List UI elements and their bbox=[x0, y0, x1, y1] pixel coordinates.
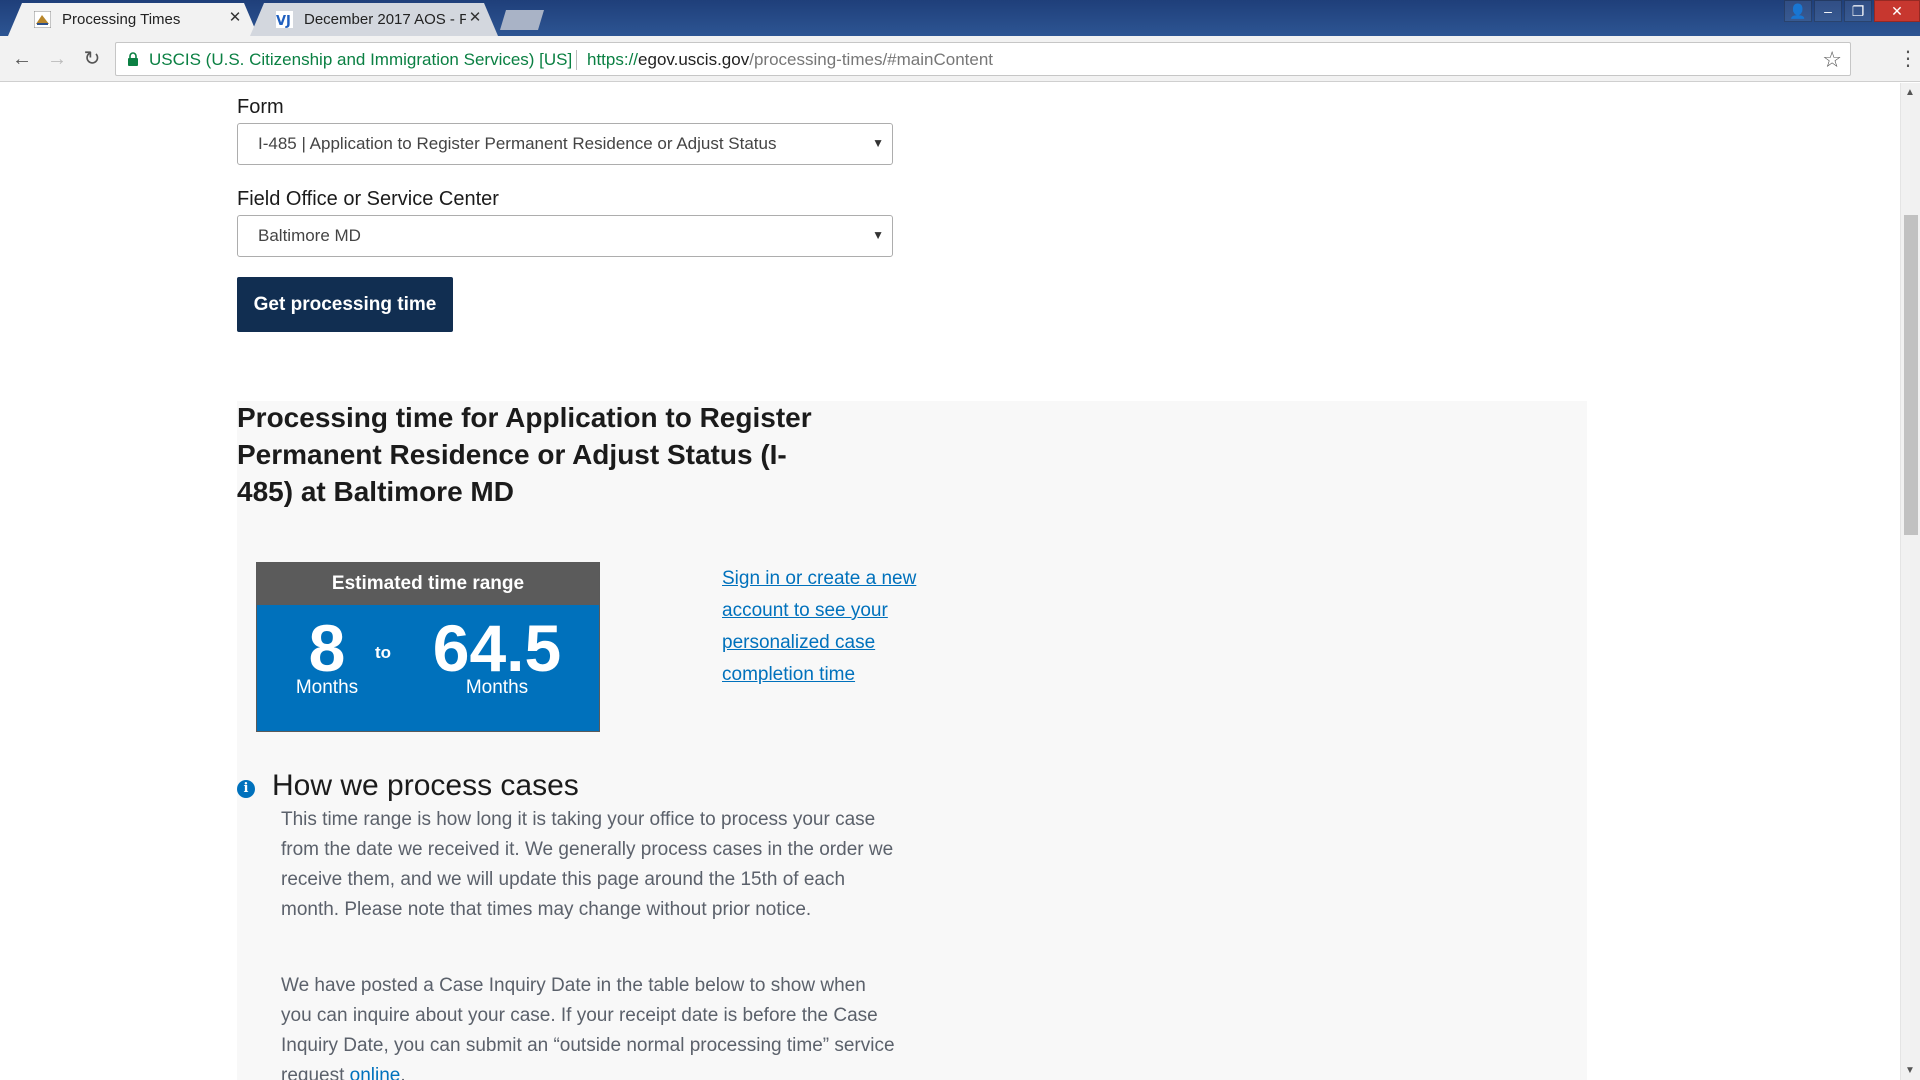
omnibox-separator bbox=[576, 50, 577, 70]
form-select-value: I-485 | Application to Register Permanen… bbox=[258, 134, 777, 153]
office-select[interactable]: Baltimore MD ▼ bbox=[237, 215, 893, 257]
range-high-unit: Months bbox=[465, 677, 529, 698]
address-bar[interactable]: USCIS (U.S. Citizenship and Immigration … bbox=[115, 42, 1851, 76]
range-heading: Estimated time range bbox=[257, 563, 599, 605]
scroll-thumb[interactable] bbox=[1904, 215, 1918, 535]
close-window-icon[interactable]: ✕ bbox=[1874, 0, 1920, 22]
url-host: egov.uscis.gov bbox=[638, 50, 750, 69]
range-high-value: 64.5 bbox=[432, 611, 562, 685]
online-link[interactable]: online bbox=[350, 1065, 401, 1080]
form-label: Form bbox=[237, 96, 284, 118]
tab-strip: Processing Times ✕ VJ December 2017 AOS … bbox=[0, 0, 1920, 36]
range-separator: to bbox=[375, 643, 392, 662]
uscis-favicon-icon bbox=[34, 11, 51, 28]
browser-toolbar: ← → ↻ USCIS (U.S. Citizenship and Immigr… bbox=[0, 36, 1920, 82]
tab-processing-times[interactable]: Processing Times ✕ bbox=[8, 3, 258, 36]
url-path: /processing-times/#mainContent bbox=[749, 50, 994, 69]
signin-link[interactable]: Sign in or create a new account to see y… bbox=[722, 563, 952, 691]
forward-arrow-icon[interactable]: → bbox=[45, 47, 69, 71]
vj-favicon-icon: VJ bbox=[276, 11, 293, 28]
back-arrow-icon[interactable]: ← bbox=[10, 47, 34, 71]
restore-icon[interactable]: ❐ bbox=[1844, 0, 1872, 22]
close-tab-icon[interactable]: ✕ bbox=[226, 9, 244, 27]
estimated-time-range-box: Estimated time range 8 to 64.5 Months Mo… bbox=[256, 562, 600, 732]
tab-title: Processing Times bbox=[62, 11, 181, 28]
reload-icon[interactable]: ↻ bbox=[80, 47, 104, 71]
range-low-value: 8 bbox=[308, 611, 346, 685]
new-tab-button[interactable] bbox=[500, 10, 544, 30]
info-icon: i bbox=[237, 780, 255, 798]
form-select[interactable]: I-485 | Application to Register Permanen… bbox=[237, 123, 893, 165]
result-title: Processing time for Application to Regis… bbox=[237, 402, 812, 507]
site-identity: USCIS (U.S. Citizenship and Immigration … bbox=[149, 50, 573, 69]
chevron-down-icon: ▼ bbox=[872, 136, 884, 150]
page-scrollbar[interactable]: ▲ ▼ bbox=[1900, 83, 1920, 1080]
url-scheme: https:// bbox=[587, 50, 639, 69]
url-text[interactable]: https://egov.uscis.gov/processing-times/… bbox=[587, 50, 993, 70]
office-select-value: Baltimore MD bbox=[258, 226, 361, 245]
user-icon[interactable]: 👤 bbox=[1784, 0, 1812, 22]
browser-menu-icon[interactable]: ⋮ bbox=[1898, 47, 1918, 71]
process-paragraph-2: We have posted a Case Inquiry Date in th… bbox=[281, 971, 901, 1080]
bookmark-star-icon[interactable]: ☆ bbox=[1822, 47, 1842, 73]
lock-icon bbox=[128, 52, 138, 66]
window-controls: 👤 – ❐ ✕ bbox=[1784, 0, 1920, 22]
minimize-icon[interactable]: – bbox=[1814, 0, 1842, 22]
close-tab-icon[interactable]: ✕ bbox=[466, 9, 484, 27]
get-processing-time-button[interactable]: Get processing time bbox=[237, 277, 453, 332]
process-paragraph-1: This time range is how long it is taking… bbox=[281, 809, 894, 920]
tab-title: December 2017 AOS - P bbox=[304, 11, 466, 28]
paragraph-2-end: . bbox=[400, 1065, 406, 1080]
office-label: Field Office or Service Center bbox=[237, 188, 499, 210]
scroll-down-icon[interactable]: ▼ bbox=[1905, 1065, 1915, 1076]
how-we-process-heading: How we process cases bbox=[272, 769, 579, 802]
tab-december-2017-aos[interactable]: VJ December 2017 AOS - P ✕ bbox=[250, 3, 498, 36]
range-low-unit: Months bbox=[295, 677, 359, 698]
svg-text:VJ: VJ bbox=[276, 14, 291, 28]
scroll-up-icon[interactable]: ▲ bbox=[1905, 87, 1915, 98]
page-content: Form I-485 | Application to Register Per… bbox=[0, 83, 1900, 1080]
chevron-down-icon: ▼ bbox=[872, 228, 884, 242]
